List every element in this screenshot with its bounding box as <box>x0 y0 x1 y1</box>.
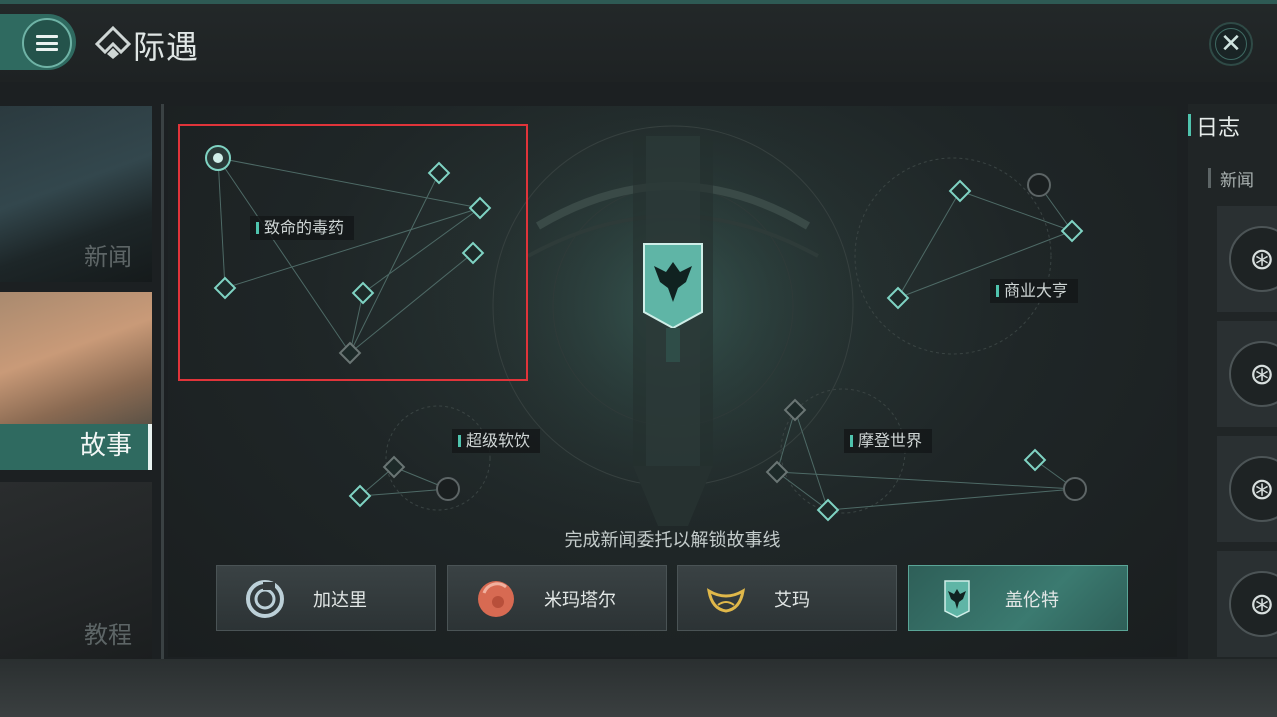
tab-news-label: 新闻 <box>84 243 132 271</box>
storyline-label-modern-world[interactable]: 摩登世界 <box>844 429 933 453</box>
bottom-strip <box>0 659 1277 717</box>
log-entry[interactable]: ⊛ <box>1217 436 1277 542</box>
faction-button-minmatar[interactable]: 米玛塔尔 <box>447 565 667 631</box>
log-entry[interactable]: ⊛ <box>1217 321 1277 427</box>
column-separator <box>161 104 164 659</box>
log-title: 日志 <box>1188 110 1240 142</box>
faction-name-amarr: 艾玛 <box>774 590 810 611</box>
target-icon: ⊛ <box>1229 226 1277 292</box>
amarr-emblem-icon <box>706 588 746 613</box>
target-icon: ⊛ <box>1229 456 1277 522</box>
header-bar: 际遇 ✕ <box>0 4 1277 82</box>
target-icon: ⊛ <box>1229 341 1277 407</box>
encounter-logo-icon <box>95 26 131 59</box>
log-subtitle-news[interactable]: 新闻 <box>1208 166 1254 191</box>
log-panel: 日志 新闻 ⊛ ⊛ ⊛ ⊛ <box>1188 104 1277 659</box>
page-title: 际遇 <box>133 28 200 66</box>
tab-story[interactable]: 故事 <box>0 292 152 470</box>
storyline-label-tycoon[interactable]: 商业大亨 <box>990 279 1079 303</box>
faction-button-caldari[interactable]: 加达里 <box>216 565 436 631</box>
faction-button-gallente[interactable]: 盖伦特 <box>908 565 1128 631</box>
tab-tutorial-label: 教程 <box>84 621 132 649</box>
storyline-label-soda[interactable]: 超级软饮 <box>452 429 541 453</box>
caldari-emblem-icon <box>246 580 284 618</box>
left-tab-column: 新闻 故事 教程 <box>0 104 152 660</box>
tab-story-label: 故事 <box>79 431 132 461</box>
faction-button-amarr[interactable]: 艾玛 <box>677 565 897 631</box>
close-button[interactable]: ✕ <box>1209 22 1253 66</box>
faction-name-minmatar: 米玛塔尔 <box>544 590 616 611</box>
log-entry[interactable]: ⊛ <box>1217 551 1277 657</box>
minmatar-emblem-icon <box>478 581 514 617</box>
faction-name-caldari: 加达里 <box>313 590 367 611</box>
unlock-hint-text: 完成新闻委托以解锁故事线 <box>564 530 781 551</box>
log-entry[interactable]: ⊛ <box>1217 206 1277 312</box>
soda-storyline-nodes[interactable] <box>348 455 460 508</box>
close-icon: ✕ <box>1220 29 1242 59</box>
faction-name-gallente: 盖伦特 <box>1005 590 1059 611</box>
tab-news[interactable]: 新闻 <box>0 106 152 282</box>
target-icon: ⊛ <box>1229 571 1277 637</box>
gallente-emblem-icon <box>944 580 970 618</box>
hamburger-menu-icon[interactable] <box>22 18 72 68</box>
tab-tutorial[interactable]: 教程 <box>0 482 152 660</box>
selection-highlight-box <box>178 124 528 381</box>
